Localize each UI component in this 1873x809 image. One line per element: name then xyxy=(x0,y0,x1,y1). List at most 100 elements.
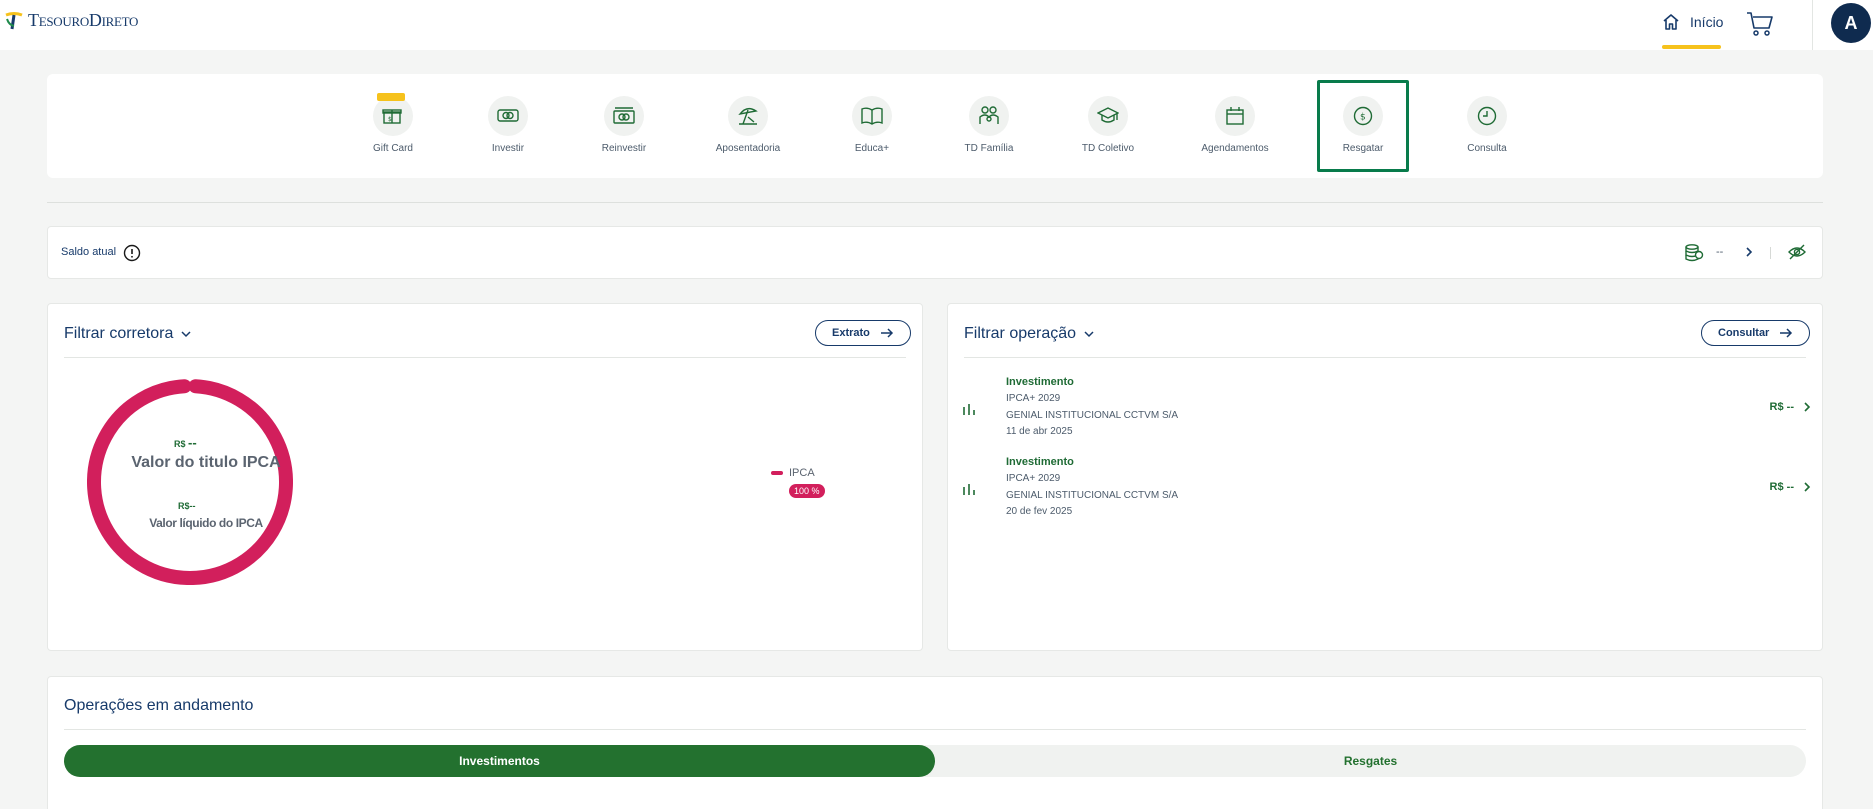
new-badge xyxy=(377,93,405,101)
section-divider xyxy=(47,202,1823,203)
tab-investimentos[interactable]: Investimentos xyxy=(64,745,935,777)
operation-date: 11 de abr 2025 xyxy=(1006,426,1073,437)
donut-segment-ipca xyxy=(87,379,293,585)
operation-item[interactable]: Investimento IPCA+ 2029 GENIAL INSTITUCI… xyxy=(962,456,1812,532)
coins-icon xyxy=(1685,244,1704,262)
beach-umbrella-icon xyxy=(738,107,758,125)
gift-icon: $ xyxy=(382,109,402,124)
balance-label: Saldo atual xyxy=(61,246,117,258)
action-icon-circle xyxy=(604,96,644,136)
action-label: Consulta xyxy=(1467,143,1507,154)
card-divider xyxy=(964,357,1806,358)
donut-chart xyxy=(87,379,293,585)
balance-separator xyxy=(1770,247,1771,259)
action-gift-card[interactable]: $ Gift Card xyxy=(338,74,448,178)
operation-broker: GENIAL INSTITUCIONAL CCTVM S/A xyxy=(1006,490,1179,501)
chevron-down-icon xyxy=(181,331,191,338)
operations-card: Filtrar operação Consultar Investimento … xyxy=(947,303,1823,651)
money-stack-icon xyxy=(613,107,635,124)
operation-amount-link[interactable]: R$ -- xyxy=(1770,401,1812,413)
operation-type: Investimento xyxy=(1006,376,1074,388)
action-investir[interactable]: Investir xyxy=(453,74,563,178)
money-icon xyxy=(497,109,519,122)
action-icon-circle xyxy=(969,96,1009,136)
broker-card: Filtrar corretora Extrato R$ -- Valor do… xyxy=(47,303,923,651)
action-label: TD Coletivo xyxy=(1081,143,1135,154)
current-balance-bar: Saldo atual -- xyxy=(47,226,1823,279)
legend-label: IPCA xyxy=(789,467,815,479)
action-label: Agendamentos xyxy=(1201,143,1269,154)
arrow-right-icon xyxy=(880,328,893,338)
donut-currency: R$ -- xyxy=(174,435,197,450)
clock-icon xyxy=(1477,106,1497,126)
operation-filter-dropdown[interactable]: Filtrar operação xyxy=(964,325,1096,343)
broker-filter-dropdown[interactable]: Filtrar corretora xyxy=(64,325,193,343)
chevron-down-icon xyxy=(1084,331,1094,338)
action-icon-circle xyxy=(728,96,768,136)
balance-value: -- xyxy=(1716,246,1724,258)
action-td-coletivo[interactable]: TD Coletivo xyxy=(1053,74,1163,178)
action-label: Educa+ xyxy=(854,143,890,154)
donut-subtitle: Valor líquido do IPCA xyxy=(149,516,263,530)
operation-item[interactable]: Investimento IPCA+ 2029 GENIAL INSTITUCI… xyxy=(962,376,1812,452)
action-label: Investir xyxy=(491,143,525,154)
bar-chart-icon xyxy=(963,484,975,495)
book-icon xyxy=(861,107,883,125)
operation-amount: R$ -- xyxy=(1769,401,1794,413)
action-label: Gift Card xyxy=(372,143,413,154)
consult-button-label: Consultar xyxy=(1718,327,1770,339)
ongoing-tabs: Investimentos Resgates xyxy=(64,745,1806,777)
statement-button[interactable]: Extrato xyxy=(815,320,911,346)
action-label: Resgatar xyxy=(1342,143,1384,154)
action-icon-circle xyxy=(488,96,528,136)
chevron-right-icon xyxy=(1804,402,1811,412)
graduation-cap-icon xyxy=(1097,107,1119,123)
cart-icon xyxy=(1747,12,1773,36)
action-icon-circle: $ xyxy=(1343,96,1383,136)
action-td-fam-lia[interactable]: TD Família xyxy=(934,74,1044,178)
action-consulta[interactable]: Consulta xyxy=(1432,74,1542,178)
user-avatar[interactable]: A xyxy=(1831,3,1871,43)
action-agendamentos[interactable]: Agendamentos xyxy=(1180,74,1290,178)
action-label: Aposentadoria xyxy=(715,143,781,154)
logo-text: TesouroDireto xyxy=(28,10,139,30)
tab-resgates[interactable]: Resgates xyxy=(935,745,1806,777)
home-icon xyxy=(1663,14,1679,30)
logo-mark-icon xyxy=(5,11,23,29)
chevron-right-icon[interactable] xyxy=(1741,244,1757,260)
ongoing-operations-card: Operações em andamento Investimentos Res… xyxy=(47,676,1823,809)
info-icon[interactable] xyxy=(123,244,141,262)
action-icon-circle xyxy=(1215,96,1255,136)
eye-off-icon[interactable] xyxy=(1787,243,1807,261)
action-label: TD Família xyxy=(964,143,1014,154)
consult-button[interactable]: Consultar xyxy=(1701,320,1811,346)
legend-percent-badge: 100 % xyxy=(789,484,825,498)
nav-home-label: Início xyxy=(1690,14,1724,30)
calendar-icon xyxy=(1226,107,1244,125)
card-divider xyxy=(64,729,1806,730)
chevron-right-icon xyxy=(1804,482,1811,492)
card-divider xyxy=(64,357,906,358)
statement-button-label: Extrato xyxy=(832,327,870,339)
action-resgatar[interactable]: $ Resgatar xyxy=(1317,80,1409,172)
svg-text:$: $ xyxy=(1360,113,1366,123)
dollar-circle-icon: $ xyxy=(1353,106,1373,126)
operation-broker: GENIAL INSTITUCIONAL CCTVM S/A xyxy=(1006,410,1179,421)
arrow-right-icon xyxy=(1780,328,1793,338)
action-icon-circle xyxy=(1088,96,1128,136)
broker-filter-label: Filtrar corretora xyxy=(64,325,174,342)
header-divider xyxy=(1812,0,1813,50)
quick-actions-bar: $ Gift Card Investir Reinvestir Aposentadori… xyxy=(47,74,1823,178)
top-header: TesouroDireto Início A xyxy=(0,0,1873,50)
svg-text:$: $ xyxy=(388,116,392,123)
action-icon-circle: $ xyxy=(373,96,413,136)
active-nav-indicator xyxy=(1662,45,1721,49)
operation-amount-link[interactable]: R$ -- xyxy=(1770,481,1812,493)
cart-button[interactable] xyxy=(1746,11,1774,42)
action-educa[interactable]: Educa+ xyxy=(817,74,927,178)
action-aposentadoria[interactable]: Aposentadoria xyxy=(693,74,803,178)
action-reinvestir[interactable]: Reinvestir xyxy=(569,74,679,178)
nav-home-link[interactable]: Início xyxy=(1661,12,1723,32)
tesouro-direto-logo[interactable]: TesouroDireto xyxy=(4,10,138,31)
action-label: Reinvestir xyxy=(601,143,647,154)
